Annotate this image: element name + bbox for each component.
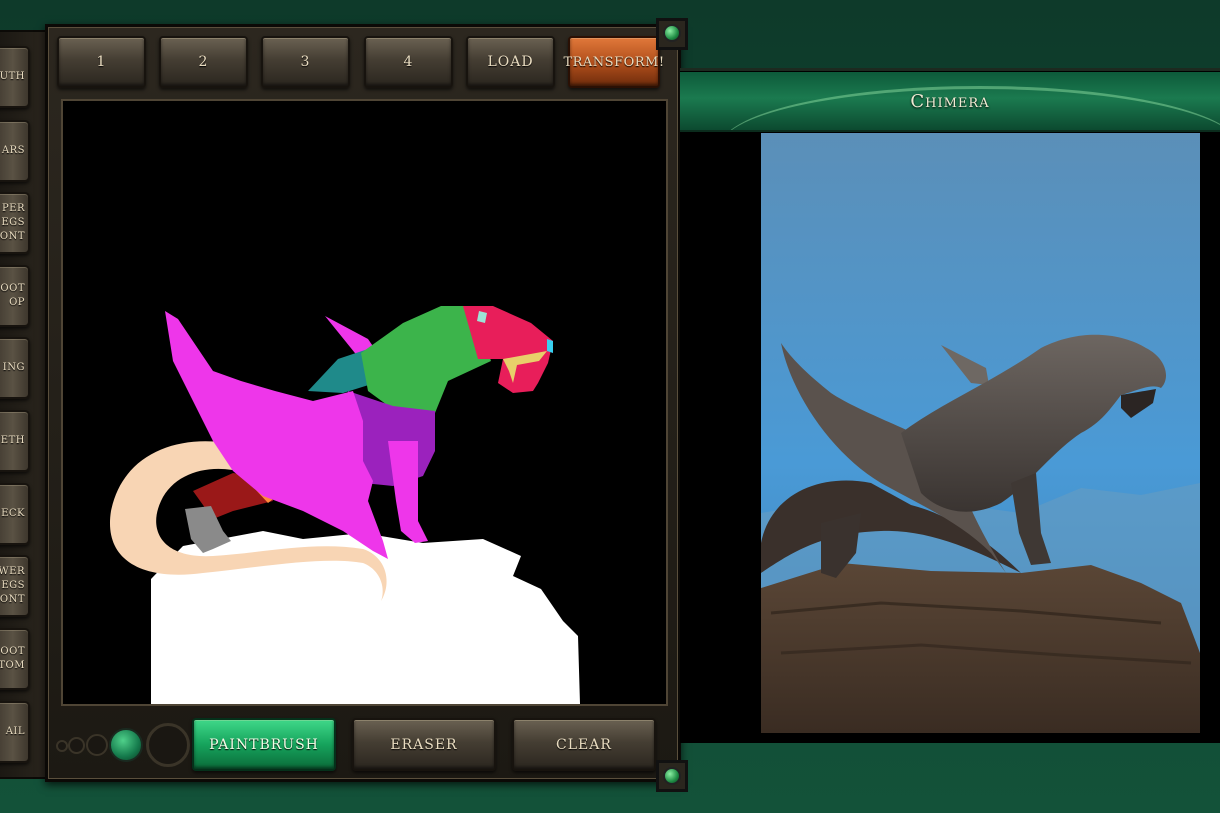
result-title-banner: Chimera — [680, 72, 1220, 132]
brush-size-l-selected[interactable] — [109, 728, 143, 762]
segmentation-sketch — [109, 306, 580, 704]
sidebar-item-upper-legs-front[interactable]: PER EGS ONT — [0, 192, 30, 254]
brush-size-xl[interactable] — [146, 723, 190, 767]
sidebar-item-teeth[interactable]: ETH — [0, 410, 30, 472]
load-button[interactable]: LOAD — [466, 36, 555, 88]
slot-2-button[interactable]: 2 — [159, 36, 248, 88]
chimera-render — [761, 133, 1200, 733]
result-title: Chimera — [910, 90, 990, 112]
gem-icon-top — [663, 24, 681, 42]
slot-4-button[interactable]: 4 — [364, 36, 453, 88]
transform-button[interactable]: TRANSFORM! — [563, 36, 664, 88]
brush-size-m[interactable] — [86, 734, 108, 756]
sidebar-item-neck[interactable]: ECK — [0, 483, 30, 545]
mask-nose — [547, 339, 553, 353]
slot-3-button[interactable]: 3 — [261, 36, 350, 88]
sidebar-item-tail[interactable]: AIL — [0, 701, 30, 763]
sidebar-item-ears[interactable]: ARS — [0, 120, 30, 182]
result-image — [761, 133, 1200, 733]
clear-button[interactable]: CLEAR — [512, 718, 656, 771]
eraser-button[interactable]: ERASER — [352, 718, 496, 771]
paintbrush-button[interactable]: PAINTBRUSH — [192, 718, 336, 771]
sidebar-item-wing[interactable]: ING — [0, 337, 30, 399]
sidebar-item-mouth[interactable]: OUTH — [0, 46, 30, 108]
sidebar-item-lower-legs-front[interactable]: WER EGS ONT — [0, 555, 30, 617]
gem-icon-bottom — [663, 767, 681, 785]
brush-size-xs[interactable] — [56, 740, 68, 752]
sidebar-item-foot-top[interactable]: OOT OP — [0, 265, 30, 327]
body-part-sidebar: OUTH ARS PER EGS ONT OOT OP ING ETH ECK … — [0, 30, 48, 779]
slot-1-button[interactable]: 1 — [57, 36, 146, 88]
mask-head — [463, 306, 553, 393]
sidebar-item-foot-bottom[interactable]: OOT TTOM — [0, 628, 30, 690]
drawing-canvas[interactable] — [61, 99, 668, 706]
brush-size-s[interactable] — [68, 737, 85, 754]
